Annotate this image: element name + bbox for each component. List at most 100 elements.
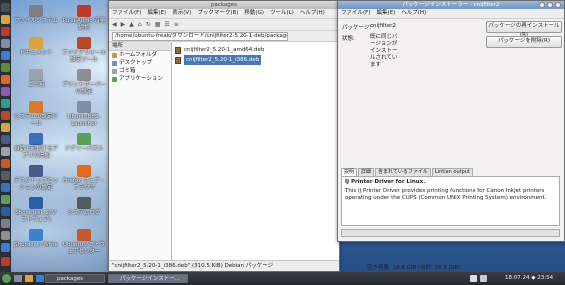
description-panel: IJ Printer Driver for Linux. This IJ Pri… <box>341 176 560 226</box>
desktop-icon-pulseaudio[interactable]: PulseAudio 音量調整 <box>61 5 107 32</box>
folder-icon[interactable] <box>25 275 33 282</box>
task-package-installer[interactable]: パッケージインストー... <box>108 274 188 283</box>
menu-edit[interactable]: 編集(E) <box>147 9 166 18</box>
desktop-icon-label: ドキュメント <box>19 50 53 56</box>
home-icon[interactable]: ⌂ <box>138 21 142 28</box>
network-icon[interactable] <box>1 51 10 60</box>
desktop-icon-puzzle[interactable]: ジグソーパズル <box>61 133 107 153</box>
forward-arrow-icon[interactable]: ▶ <box>121 21 126 28</box>
file-item-selected[interactable]: cnijfilter2_5.20-1_i386.deb <box>172 55 339 65</box>
icon-view-icon[interactable]: ▦ <box>155 21 161 28</box>
remove-button[interactable]: パッケージを削除(R) <box>486 36 562 48</box>
puzzle-icon[interactable] <box>1 195 10 204</box>
desktop-icon-label: ジグソーパズル <box>64 146 104 152</box>
location-bar: /home/ubuntu-freak/ダウンロード/cnijfilter2-5.… <box>109 31 339 42</box>
archive-icon[interactable] <box>1 123 10 132</box>
editor-icon[interactable] <box>1 87 10 96</box>
tab-lintian-output[interactable]: Lintian output <box>431 168 473 176</box>
speaker-icon <box>77 5 91 17</box>
menu-view[interactable]: 表示(V) <box>172 9 191 18</box>
desktop-icon-launcher[interactable]: UbuntuBBS-Launcher <box>61 101 107 128</box>
compact-view-icon[interactable]: ≡ <box>174 21 179 28</box>
desktop-icon-trash[interactable]: ゴミ箱 <box>13 69 59 89</box>
close-icon[interactable] <box>555 2 561 8</box>
installer-titlebar[interactable]: パッケージインストーラー - cnijfilter2 <box>338 1 564 9</box>
file-name: cnijfilter2_5.20-1_i386.deb <box>184 55 262 65</box>
desktop-icon-documents[interactable]: ドキュメント <box>13 37 59 57</box>
sidebar-item-home[interactable]: ホームフォルダ <box>109 51 171 59</box>
start-menu-icon[interactable] <box>2 274 11 283</box>
menu-file[interactable]: ファイル(F) <box>112 9 141 18</box>
clock[interactable]: 18.07.24 ◆ 23:54 <box>505 274 553 283</box>
desktop-icon-software-center[interactable]: Ubuntuソフトウェアセンター <box>61 229 107 256</box>
menu-icon[interactable] <box>1 3 10 12</box>
file-manager-titlebar[interactable]: packages <box>109 1 339 9</box>
desktop-icon-showdesk[interactable]: ShowDesk 2(ソフトウェア) <box>13 197 59 224</box>
printer-icon[interactable] <box>1 231 10 240</box>
task-packages[interactable]: packages <box>45 274 105 283</box>
volume-tray-icon[interactable] <box>480 275 487 282</box>
reinstall-button[interactable]: パッケージの再インストール(R) <box>486 21 562 38</box>
sidebar-item-applications[interactable]: アプリケーション <box>109 75 171 83</box>
location-input[interactable]: /home/ubuntu-freak/ダウンロード/cnijfilter2-5.… <box>112 31 288 41</box>
desktop-icon-syslog[interactable]: システムログ <box>61 197 107 217</box>
sidebar-item-trash[interactable]: ゴミ箱 <box>109 67 171 75</box>
network-tray-icon[interactable] <box>470 275 477 282</box>
up-arrow-icon[interactable]: ▲ <box>129 21 134 28</box>
sidebar-item-label: ホームフォルダ <box>119 52 158 58</box>
reload-icon[interactable]: ↻ <box>146 21 151 28</box>
terminal-icon[interactable] <box>36 275 44 282</box>
desktop-icon-autostart[interactable]: 自動で起動するアプリの追加 <box>13 133 59 160</box>
desktop-icon-printer[interactable]: プリントサーバーの設定 <box>61 69 107 96</box>
sidebar-item-desktop[interactable]: デスクトップ <box>109 59 171 67</box>
desktop-icon-label: 自動で起動するアプリの追加 <box>13 146 58 159</box>
task-label: パッケージインストー... <box>120 276 181 282</box>
desktop-icon-system-settings[interactable]: システムの設定ツール <box>13 101 59 128</box>
desktop-icon-firefox[interactable]: Firefox ウェブ・ブラウザ <box>61 165 107 192</box>
tab-details[interactable]: 詳細 <box>358 168 375 176</box>
desktop-icon-label: システムログ <box>67 210 101 216</box>
shutdown-icon[interactable] <box>1 243 10 252</box>
menu-tools[interactable]: ツール(L) <box>270 9 294 18</box>
desktop-icon-session[interactable]: デスクトップセッションの設定 <box>13 165 59 192</box>
folder-icon[interactable] <box>1 15 10 24</box>
log-icon[interactable] <box>1 171 10 180</box>
maximize-icon[interactable] <box>547 2 553 8</box>
desktop-icon-filesystem[interactable]: ファイルシステム <box>13 5 59 25</box>
trash-icon[interactable] <box>1 147 10 156</box>
taskbar: packages パッケージインストー... 18.07.24 ◆ 23:54 <box>0 272 565 285</box>
back-arrow-icon[interactable]: ◀ <box>112 21 117 28</box>
menu-help[interactable]: ヘルプ(H) <box>401 9 426 18</box>
show-desktop-icon[interactable] <box>14 275 22 282</box>
menu-go[interactable]: 移動(G) <box>244 9 264 18</box>
drive-icon[interactable] <box>1 219 10 228</box>
tab-description[interactable]: 説明 <box>341 168 358 176</box>
settings-icon[interactable] <box>1 39 10 48</box>
file-list: cnijfilter2_5.20-1_amd64.deb cnijfilter2… <box>172 42 339 260</box>
file-manager-toolbar: ◀ ▶ ▲ ⌂ ↻ ▦ ☰ ≡ <box>109 19 339 31</box>
file-item[interactable]: cnijfilter2_5.20-1_amd64.deb <box>172 45 339 55</box>
menu-bookmarks[interactable]: ブックマーク(B) <box>197 9 238 18</box>
terminal-icon[interactable] <box>1 63 10 72</box>
description-body: This IJ Printer Driver provides printing… <box>345 188 547 201</box>
softwarecenter-icon[interactable] <box>1 159 10 168</box>
menu-edit[interactable]: 編集(E) <box>376 9 395 18</box>
session-icon[interactable] <box>1 135 10 144</box>
menu-file[interactable]: ファイル(F) <box>341 9 370 18</box>
power-icon[interactable] <box>1 257 10 266</box>
status-value: 既に同じバージョンがインストールされています <box>370 34 398 68</box>
desktop-icon-shutdown[interactable]: Shutdown Write <box>13 229 59 249</box>
desktop-icon-firewall[interactable]: ファイアウォール設定ツール <box>61 37 107 64</box>
mail-icon[interactable] <box>1 99 10 108</box>
autostart-icon[interactable] <box>1 183 10 192</box>
showdesk-icon[interactable] <box>1 207 10 216</box>
tab-included-files[interactable]: 含まれているファイル <box>375 168 431 176</box>
package-name: cnijfilter2 <box>370 23 396 29</box>
desktop-icon-label: Shutdown Write <box>14 242 58 248</box>
minimize-icon[interactable] <box>539 2 545 8</box>
speaker-icon[interactable] <box>1 27 10 36</box>
firefox-icon[interactable] <box>1 75 10 84</box>
menu-help[interactable]: ヘルプ(H) <box>300 9 325 18</box>
list-view-icon[interactable]: ☰ <box>164 21 169 28</box>
firewall-icon[interactable] <box>1 111 10 120</box>
